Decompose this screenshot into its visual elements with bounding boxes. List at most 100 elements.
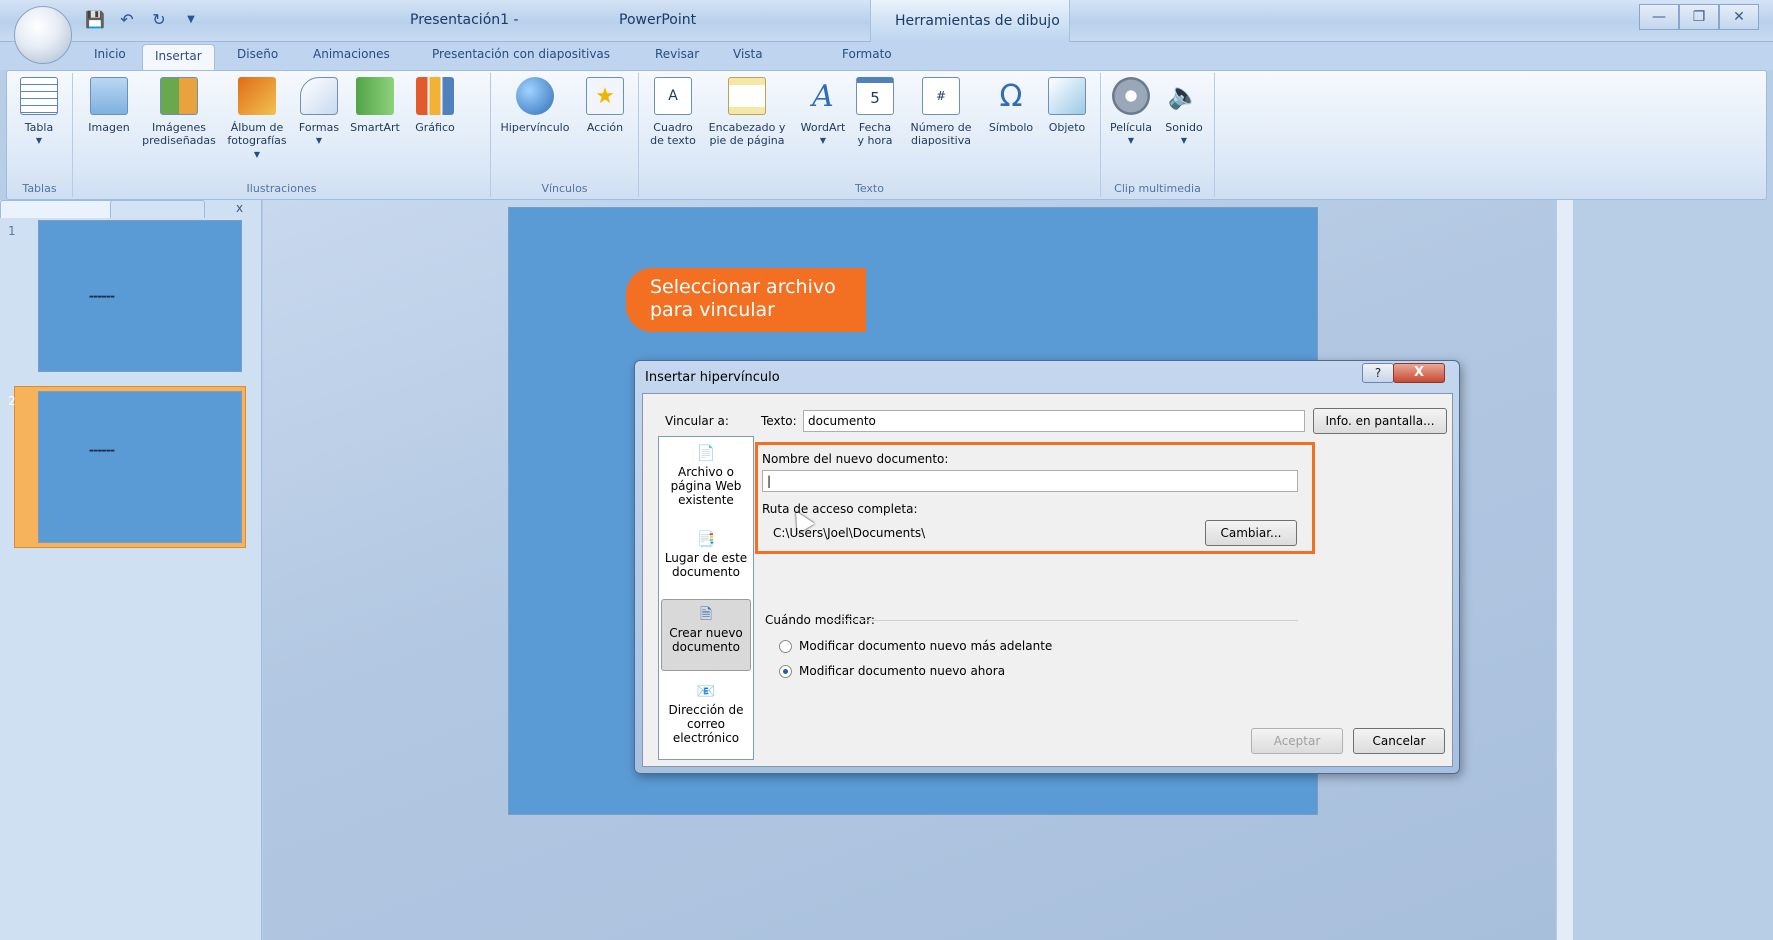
redo-icon[interactable]: ↻ <box>148 8 170 30</box>
texto-label: Texto: <box>761 414 797 428</box>
slide-thumbnail-1[interactable]: ▬▬▬▬▬▬ <box>38 220 242 372</box>
hipervinculo-button[interactable]: Hipervínculo <box>495 77 575 134</box>
radio-modificar-despues[interactable] <box>779 640 792 653</box>
sonido-button[interactable]: 🔈 Sonido ▼ <box>1159 77 1209 147</box>
link-correo-line-3: electrónico <box>672 731 740 745</box>
action-star-icon: ★ <box>586 77 624 115</box>
radio-modificar-ahora[interactable] <box>779 665 792 678</box>
panel-tab-slides[interactable] <box>0 200 120 218</box>
group-ilustraciones: Imagen Imágenes prediseñadas Álbum de fo… <box>73 73 491 197</box>
link-option-archivo[interactable]: 📄 Archivo o página Web existente <box>661 443 751 508</box>
table-icon <box>20 77 58 115</box>
link-type-list: 📄 Archivo o página Web existente 📑 Lugar… <box>658 436 754 760</box>
dialog-title: Insertar hipervínculo <box>645 370 780 385</box>
callout-line-1: Seleccionar archivo <box>650 276 836 298</box>
link-option-crear[interactable]: 🗎 Crear nuevo documento <box>661 599 751 671</box>
link-option-lugar[interactable]: 📑 Lugar de este documento <box>661 529 751 580</box>
office-button[interactable] <box>14 6 72 64</box>
accion-label: Acción <box>586 121 624 134</box>
email-icon: 📧 <box>696 682 716 700</box>
info-pantalla-button[interactable]: Info. en pantalla... <box>1313 408 1447 434</box>
album-label-2: fotografías <box>227 134 287 147</box>
tabla-button[interactable]: Tabla ▼ <box>17 77 61 147</box>
link-lugar-line-1: Lugar de este <box>664 551 748 565</box>
accion-button[interactable]: ★ Acción <box>579 77 631 134</box>
texto-input[interactable]: documento <box>803 410 1305 432</box>
dialog-close-button[interactable]: X <box>1393 363 1445 383</box>
tab-presentacion[interactable]: Presentación con diapositivas <box>432 47 610 61</box>
omega-icon: Ω <box>999 78 1023 114</box>
smartart-button[interactable]: SmartArt <box>345 77 405 134</box>
tab-vista[interactable]: Vista <box>733 47 763 61</box>
cambiar-button[interactable]: Cambiar... <box>1205 520 1297 546</box>
tab-inicio[interactable]: Inicio <box>94 47 126 61</box>
save-icon[interactable]: 💾 <box>84 8 106 30</box>
group-label-vinculos: Vínculos <box>541 182 588 195</box>
simbolo-label: Símbolo <box>988 121 1034 134</box>
ruta-acceso-value: C:\Users\Joel\Documents\ <box>773 526 926 540</box>
tab-revisar[interactable]: Revisar <box>655 47 699 61</box>
album-label-1: Álbum de <box>230 121 284 134</box>
group-label-texto: Texto <box>855 182 884 195</box>
formas-caret-icon: ▼ <box>315 136 323 145</box>
fecha-label-1: Fecha <box>858 121 892 134</box>
objeto-label: Objeto <box>1048 121 1086 134</box>
simbolo-button[interactable]: Ω Símbolo <box>983 77 1039 134</box>
tab-formato[interactable]: Formato <box>842 47 892 61</box>
radio-modificar-despues-label: Modificar documento nuevo más adelante <box>799 639 1053 653</box>
album-button[interactable]: Álbum de fotografías ▼ <box>223 77 291 161</box>
aceptar-button[interactable]: Aceptar <box>1251 728 1343 754</box>
grafico-button[interactable]: Gráfico <box>409 77 461 134</box>
close-icon[interactable]: ✕ <box>1719 4 1759 30</box>
smartart-icon <box>356 77 394 115</box>
restore-icon[interactable]: ❐ <box>1679 4 1719 30</box>
objeto-button[interactable]: Objeto <box>1041 77 1093 134</box>
vertical-scrollbar[interactable] <box>1556 200 1573 940</box>
group-label-ilustraciones: Ilustraciones <box>246 182 317 195</box>
minimize-icon[interactable]: — <box>1639 4 1679 30</box>
wordart-button[interactable]: A WordArt ▼ <box>795 77 851 147</box>
callout-line-2: para vincular <box>650 299 775 321</box>
web-page-icon: 📄 <box>696 444 716 462</box>
new-document-icon: 🗎 <box>699 605 713 623</box>
speaker-icon: 🔈 <box>1167 80 1201 111</box>
formas-label: Formas <box>298 121 340 134</box>
tab-animaciones[interactable]: Animaciones <box>313 47 390 61</box>
cancelar-button[interactable]: Cancelar <box>1353 728 1445 754</box>
encabezado-button[interactable]: Encabezado y pie de página <box>701 77 793 147</box>
title-bar: 💾 ↶ ↻ ▼ Presentación1 - PowerPoint Herra… <box>0 0 1773 42</box>
qat-dropdown-icon[interactable]: ▼ <box>180 8 202 30</box>
quick-access-toolbar: 💾 ↶ ↻ ▼ <box>84 8 202 30</box>
object-icon <box>1048 77 1086 115</box>
document-title: Presentación1 - <box>410 12 519 28</box>
undo-icon[interactable]: ↶ <box>116 8 138 30</box>
link-archivo-line-2: página Web <box>670 479 742 493</box>
slide-thumbnail-2[interactable]: ▬▬▬▬▬▬ <box>38 391 242 543</box>
nombre-documento-input[interactable]: | <box>762 470 1298 492</box>
wordart-icon: A <box>812 78 834 114</box>
fecha-hora-button[interactable]: 5 Fecha y hora <box>851 77 899 147</box>
cuadro-label-2: de texto <box>650 134 696 147</box>
group-tablas: Tabla ▼ Tablas <box>7 73 73 197</box>
globe-link-icon <box>516 77 554 115</box>
cuadro-texto-button[interactable]: A Cuadro de texto <box>645 77 701 147</box>
tab-diseno[interactable]: Diseño <box>237 47 278 61</box>
tab-insertar[interactable]: Insertar <box>142 44 215 70</box>
vincular-a-label: Vincular a: <box>665 414 729 428</box>
numero-diapositiva-button[interactable]: # Número de diapositiva <box>901 77 981 147</box>
calendar-icon: 5 <box>856 77 894 115</box>
imagen-button[interactable]: Imagen <box>83 77 135 134</box>
link-option-correo[interactable]: 📧 Dirección de correo electrónico <box>661 681 751 746</box>
imagenes-label-1: Imágenes <box>152 121 206 134</box>
link-correo-line-2: correo <box>686 717 726 731</box>
panel-tab-outline[interactable] <box>110 200 205 218</box>
help-button[interactable]: ? <box>1362 363 1394 383</box>
pelicula-button[interactable]: Película ▼ <box>1105 77 1157 147</box>
sonido-label: Sonido <box>1165 121 1203 134</box>
imagenes-prediseñadas-button[interactable]: Imágenes prediseñadas <box>141 77 217 147</box>
formas-button[interactable]: Formas ▼ <box>295 77 343 147</box>
instruction-callout: Seleccionar archivo para vincular <box>626 268 866 332</box>
ruta-acceso-label: Ruta de acceso completa: <box>762 502 918 516</box>
sonido-caret-icon: ▼ <box>1180 136 1188 145</box>
panel-close-icon[interactable]: x <box>236 201 243 215</box>
